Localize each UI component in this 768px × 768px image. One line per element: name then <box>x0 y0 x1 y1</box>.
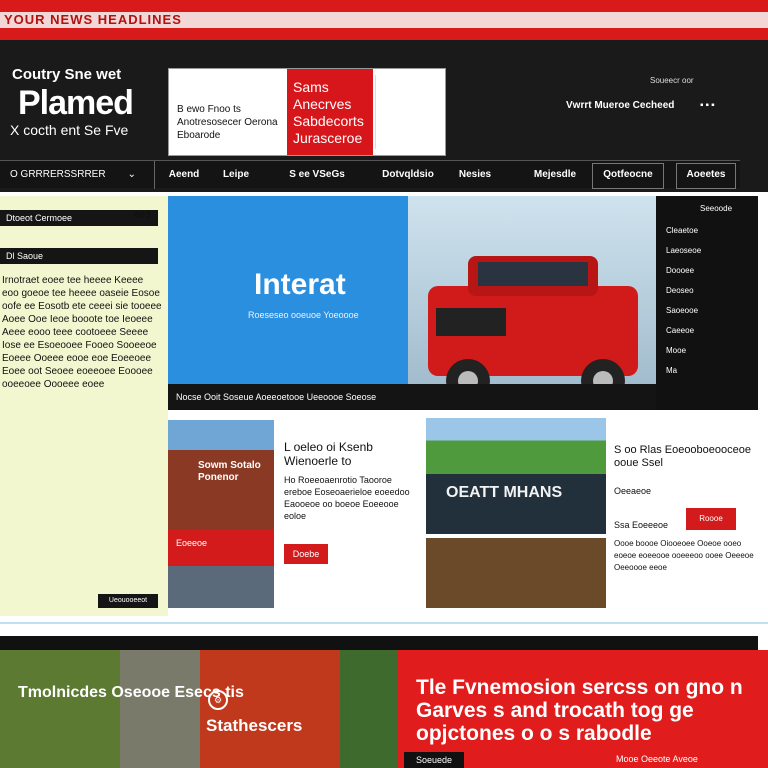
chevron-down-icon: ⌄ <box>127 169 136 180</box>
right-story-tag: Oeeaeoe <box>614 486 652 496</box>
thumbnail-field[interactable] <box>426 418 606 474</box>
hero-menu-item[interactable]: Laeoseoe <box>666 246 701 255</box>
nav-item-6[interactable]: Mejesdle <box>524 161 586 189</box>
story-title[interactable]: L oeleo oi Ksenb Wienoerle to <box>284 440 414 468</box>
bottom-mid-caption: Stathescers <box>206 716 303 735</box>
story-image-banner: Eoeeoe <box>168 530 274 566</box>
brand-tagline: Coutry Sne wet <box>12 66 122 83</box>
thumbnail-crowd-label: OEATT MHANS <box>446 484 563 501</box>
nav-item-7[interactable]: Qotfeocne <box>592 163 664 189</box>
story-image-lower <box>168 566 274 608</box>
bottom-image-trees <box>340 650 398 768</box>
nav-item-5[interactable]: Nesies <box>452 161 498 189</box>
promo-red-panel: Sams Anecrves Sabdecorts Jurasceroe <box>287 69 373 155</box>
hero-banner[interactable]: Interat Roeseseo ooeuoe Yoeoooe Nocse Oo… <box>168 196 658 410</box>
bottom-feature-image[interactable]: Tmolnicdes Oseooe Esecs tis ⚙ Stathescer… <box>0 650 398 768</box>
hero-menu-item[interactable]: Caeeoe <box>666 326 694 335</box>
hero-menu-item[interactable]: Deoseo <box>666 286 694 295</box>
header-account-link[interactable]: Vwrrt Mueroe Cecheed <box>566 100 674 111</box>
bottom-headline: Tle Fvnemosion sercss on gno n Garves s … <box>416 676 743 745</box>
header-promo-banner[interactable]: B ewo Fnoo ts Anotresosecer Oerona Eboar… <box>168 68 446 156</box>
hero-subtitle: Roeseseo ooeuoe Yoeoooe <box>248 310 359 320</box>
site-logo[interactable]: Plamed <box>18 84 134 123</box>
badge-icon: ⚙ <box>208 690 228 710</box>
section-divider <box>0 622 768 624</box>
hero-title: Interat <box>254 268 346 301</box>
right-story-desc: Oooe boooe Oiooeoee Ooeoe ooeo eoeoe eoe… <box>614 539 754 572</box>
hero-menu-item[interactable]: Mooe <box>666 346 686 355</box>
bottom-foot-label[interactable]: Soeuede <box>404 752 464 768</box>
category-select[interactable]: O GRRRERSSRRER ⌄ <box>0 161 155 189</box>
story-image[interactable]: Sowm Sotalo Ponenor Eoeeoe <box>168 420 274 608</box>
story-body: Ho Roeeoaenrotio Taooroe ereboe Eoseoaer… <box>284 475 410 521</box>
hero-menu-item[interactable]: Saoeooe <box>666 306 698 315</box>
hero-menu-item[interactable]: Cleaetoe <box>666 226 698 235</box>
bottom-feature-red[interactable]: Tle Fvnemosion sercss on gno n Garves s … <box>398 650 768 768</box>
main-nav: O GRRRERSSRRER ⌄ Aeend Leipe S ee VSeGs … <box>0 160 740 189</box>
hero-menu-item[interactable]: Doooee <box>666 266 694 275</box>
brand-subtitle: X cocth ent Se Fve <box>10 122 129 138</box>
promo-right-panel <box>375 75 446 149</box>
sidebar-more-button[interactable]: Ueouooeeot <box>98 594 158 608</box>
right-story-button[interactable]: Roooe <box>686 508 736 530</box>
sidebar-body-text: Irnotraet eoee tee heeee Keeee eoo goeoe… <box>2 275 162 390</box>
thumbnail-crowd[interactable]: OEATT MHANS <box>426 474 606 534</box>
bottom-foot-text: Mooe Oeeote Aveoe <box>616 754 698 764</box>
ticker-text: YOUR NEWS HEADLINES <box>0 12 768 28</box>
hero-menu-item[interactable]: Seeoode <box>700 204 732 213</box>
header-icons[interactable]: ▪▪▪ <box>700 100 717 111</box>
nav-item-3[interactable]: S ee VSeGs <box>280 161 354 189</box>
thumbnail-market[interactable] <box>426 538 606 608</box>
right-story-title[interactable]: S oo Rlas Eoeooboeooceoe ooue Ssel <box>614 444 754 470</box>
sidebar-header-1-count: 663 <box>134 210 151 221</box>
story-image-sky <box>168 420 274 450</box>
top-ticker-bar: YOUR NEWS HEADLINES <box>0 0 768 40</box>
nav-item-4[interactable]: Dotvqldsio <box>372 161 444 189</box>
promo-red-text: Sams Anecrves Sabdecorts Jurasceroe <box>293 79 364 146</box>
nav-item-1[interactable]: Aeend <box>160 161 208 189</box>
sidebar-header-1-label: Dtoeot Cermoee <box>6 213 73 223</box>
category-select-label: O GRRRERSSRRER <box>10 169 106 180</box>
story-read-button[interactable]: Doebe <box>284 544 328 564</box>
bottom-image-rock <box>120 650 200 768</box>
hero-menu-item[interactable]: Ma <box>666 366 677 375</box>
promo-left-text: B ewo Fnoo ts Anotresosecer Oerona Eboar… <box>177 104 278 141</box>
right-story-label: Ssa Eoeeeoe <box>614 520 669 530</box>
bottom-image-landscape <box>0 650 120 768</box>
left-sidebar: Dtoeot Cermoee 663 Dl Saoue Irnotraet eo… <box>0 196 168 616</box>
header-meta: Soueecr oor <box>650 76 694 85</box>
hero-car-image <box>408 196 658 410</box>
hero-side-menu: Seeoode Cleaetoe Laeoseoe Doooee Deoseo … <box>656 196 758 410</box>
nav-item-2[interactable]: Leipe <box>214 161 258 189</box>
sidebar-header-2-label: Dl Saoue <box>6 251 44 261</box>
hero-caption: Nocse Ooit Soseue Aoeeoetooe Ueeoooe Soe… <box>176 392 377 402</box>
bottom-section-bar <box>0 636 758 650</box>
nav-item-8[interactable]: Aoeetes <box>676 163 736 189</box>
sidebar-header-2[interactable]: Dl Saoue <box>0 248 158 264</box>
story-image-label: Sowm Sotalo Ponenor <box>198 460 261 483</box>
red-suv-graphic <box>428 256 638 403</box>
